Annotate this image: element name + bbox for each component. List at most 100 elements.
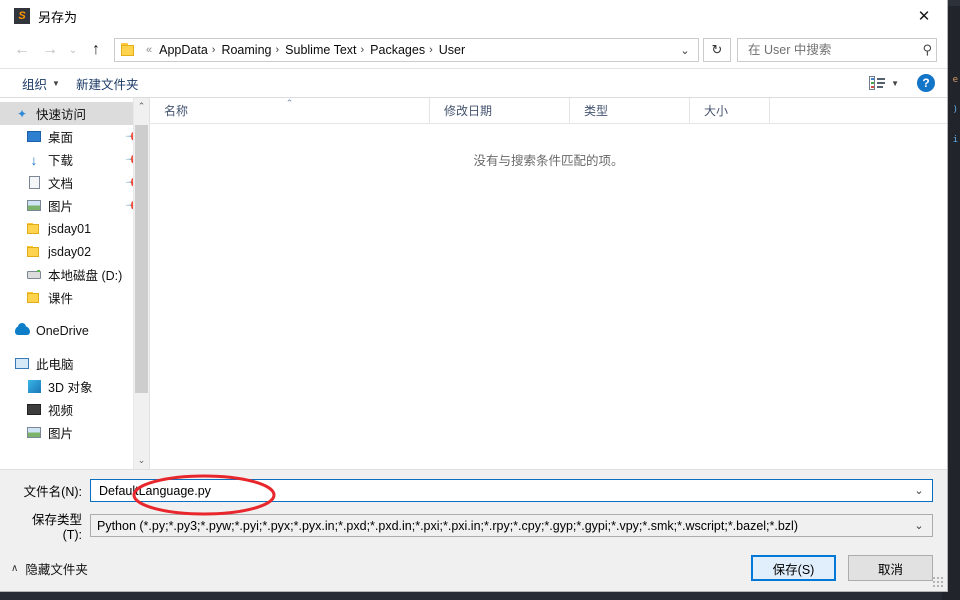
folder-icon (26, 221, 42, 237)
sidebar-item[interactable]: ↓下载📌 (0, 148, 149, 171)
chevron-down-icon: ▼ (891, 78, 899, 88)
sidebar-item[interactable]: 本地磁盘 (D:) (0, 263, 149, 286)
command-bar: 组织 ▼ 新建文件夹 ▼ ? (0, 68, 947, 98)
chevron-right-icon[interactable]: › (210, 44, 220, 56)
column-header[interactable]: 大小 (690, 97, 770, 124)
navigation-pane: ✦ 快速访问桌面📌↓下载📌文档📌图片📌jsday01jsday02 本地磁盘 (D:… (0, 98, 150, 469)
chevron-right-icon[interactable]: › (359, 44, 369, 56)
sidebar-item-label: 此电脑 (36, 358, 74, 372)
column-header-label: 大小 (704, 104, 729, 118)
sidebar-item[interactable]: 图片 (0, 421, 149, 444)
chevron-down-icon[interactable]: ⌄ (908, 484, 930, 497)
chevron-right-icon[interactable]: › (273, 44, 283, 56)
breadcrumb-packages[interactable]: Packages (368, 42, 427, 58)
sidebar-item-label: 3D 对象 (48, 381, 93, 395)
hide-folders-button[interactable]: ∧ 隐藏文件夹 (6, 556, 93, 581)
empty-list-message: 没有与搜索条件匹配的项。 (473, 154, 624, 168)
chevron-down-icon[interactable]: ⌄ (908, 519, 930, 532)
chevron-right-icon[interactable]: › (427, 44, 437, 56)
document-icon (26, 175, 42, 191)
column-header-label: 类型 (584, 104, 609, 118)
column-headers: ⌃ 名称 修改日期 类型 大小 (150, 97, 947, 124)
sidebar-group-spacer (0, 342, 149, 352)
filetype-select[interactable]: Python (*.py;*.py3;*.pyw;*.pyi;*.pyx;*.p… (90, 514, 933, 537)
pictures-icon (26, 198, 42, 214)
sidebar-item[interactable]: 3D 对象 (0, 375, 149, 398)
sublime-text-icon: S (14, 8, 30, 24)
scroll-up-icon[interactable]: ⌃ (134, 98, 149, 115)
sort-ascending-icon: ⌃ (285, 97, 294, 108)
breadcrumb-sublime-text[interactable]: Sublime Text (283, 42, 358, 58)
column-header[interactable]: 类型 (570, 97, 690, 124)
cancel-button[interactable]: 取消 (848, 555, 933, 581)
filename-input[interactable] (97, 482, 908, 499)
navigation-scrollbar[interactable]: ⌃ ⌄ (133, 98, 149, 469)
scrollbar-thumb[interactable] (135, 125, 148, 393)
sidebar-item-label: 桌面 (48, 131, 74, 145)
column-header[interactable]: ⌃ 名称 (150, 97, 430, 124)
column-header-label: 名称 (164, 104, 189, 118)
breadcrumb-appdata[interactable]: AppData (157, 42, 210, 58)
sidebar-item[interactable]: OneDrive (0, 319, 149, 342)
background-code-fragment: e (952, 75, 958, 85)
sidebar-item[interactable]: jsday02 (0, 240, 149, 263)
sidebar-item-label: OneDrive (36, 323, 89, 338)
forward-button[interactable]: → (36, 36, 64, 64)
chevron-down-icon: ▼ (52, 78, 60, 88)
view-layout-icon (869, 76, 886, 90)
search-icon[interactable]: ⚲ (920, 42, 932, 58)
desktop-icon (26, 129, 42, 145)
dialog-footer: ∧ 隐藏文件夹 保存(S) 取消 (0, 549, 947, 591)
filetype-label: 保存类型(T): (31, 513, 82, 542)
breadcrumb-user[interactable]: User (437, 42, 467, 58)
filename-label: 文件名(N): (23, 485, 82, 499)
sidebar-item[interactable]: 文档📌 (0, 171, 149, 194)
back-button[interactable]: ← (8, 36, 36, 64)
folder-icon (26, 244, 42, 260)
sidebar-item-label: 本地磁盘 (D:) (48, 269, 123, 283)
search-input[interactable] (746, 42, 921, 58)
sidebar-item[interactable]: 课件 (0, 286, 149, 309)
filename-row: 文件名(N): ⌄ (14, 479, 933, 502)
sidebar-item[interactable]: 视频 (0, 398, 149, 421)
new-folder-label: 新建文件夹 (75, 77, 139, 92)
sidebar-item[interactable]: 图片📌 (0, 194, 149, 217)
navigation-bar: ← → ⌄ ↑ « AppData › Roaming › Sublime Te… (0, 32, 947, 68)
video-icon (26, 402, 42, 418)
help-icon[interactable]: ? (917, 74, 935, 92)
hide-folders-label: 隐藏文件夹 (25, 562, 88, 577)
sidebar-item[interactable]: ✦ 快速访问 (0, 102, 149, 125)
breadcrumb-roaming[interactable]: Roaming (219, 42, 273, 58)
recent-locations-button[interactable]: ⌄ (64, 36, 82, 64)
save-as-dialog: S 另存为 ✕ ← → ⌄ ↑ « AppData › Roaming › Su… (0, 0, 948, 592)
folder-icon (121, 43, 137, 57)
star-pin-icon: ✦ (16, 106, 28, 121)
refresh-icon[interactable]: ↻ (703, 38, 731, 62)
scroll-down-icon[interactable]: ⌄ (134, 452, 149, 469)
sidebar-item-label: 课件 (48, 292, 74, 306)
background-code-fragment: i (952, 135, 958, 145)
breadcrumb-overflow-icon[interactable]: « (141, 44, 157, 56)
filename-field[interactable]: ⌄ (90, 479, 933, 502)
sidebar-item[interactable]: 此电脑 (0, 352, 149, 375)
column-header[interactable]: 修改日期 (430, 97, 570, 124)
new-folder-button[interactable]: 新建文件夹 (68, 71, 147, 96)
save-form: 文件名(N): ⌄ 保存类型(T): Python (*.py;*.py3;*.… (0, 469, 947, 549)
file-list-pane: ⌃ 名称 修改日期 类型 大小 没有与搜索条件匹配的项。 (150, 97, 947, 469)
close-icon[interactable]: ✕ (901, 0, 947, 31)
organize-label: 组织 (22, 77, 48, 92)
scrollbar-track[interactable] (134, 115, 149, 452)
chevron-down-icon[interactable]: ⌄ (674, 39, 696, 61)
sidebar-item[interactable]: 桌面📌 (0, 125, 149, 148)
change-view-button[interactable]: ▼ (861, 73, 907, 93)
up-button[interactable]: ↑ (82, 36, 110, 64)
search-box[interactable]: ⚲ (737, 38, 937, 62)
resize-grip[interactable] (932, 576, 944, 588)
sidebar-item-label: 视频 (48, 404, 74, 418)
filetype-row: 保存类型(T): Python (*.py;*.py3;*.pyw;*.pyi;… (14, 509, 933, 542)
sidebar-item-label: 快速访问 (36, 108, 87, 122)
save-button[interactable]: 保存(S) (751, 555, 836, 581)
sidebar-item[interactable]: jsday01 (0, 217, 149, 240)
address-bar[interactable]: « AppData › Roaming › Sublime Text › Pac… (114, 38, 699, 62)
organize-button[interactable]: 组织 ▼ (14, 71, 68, 96)
